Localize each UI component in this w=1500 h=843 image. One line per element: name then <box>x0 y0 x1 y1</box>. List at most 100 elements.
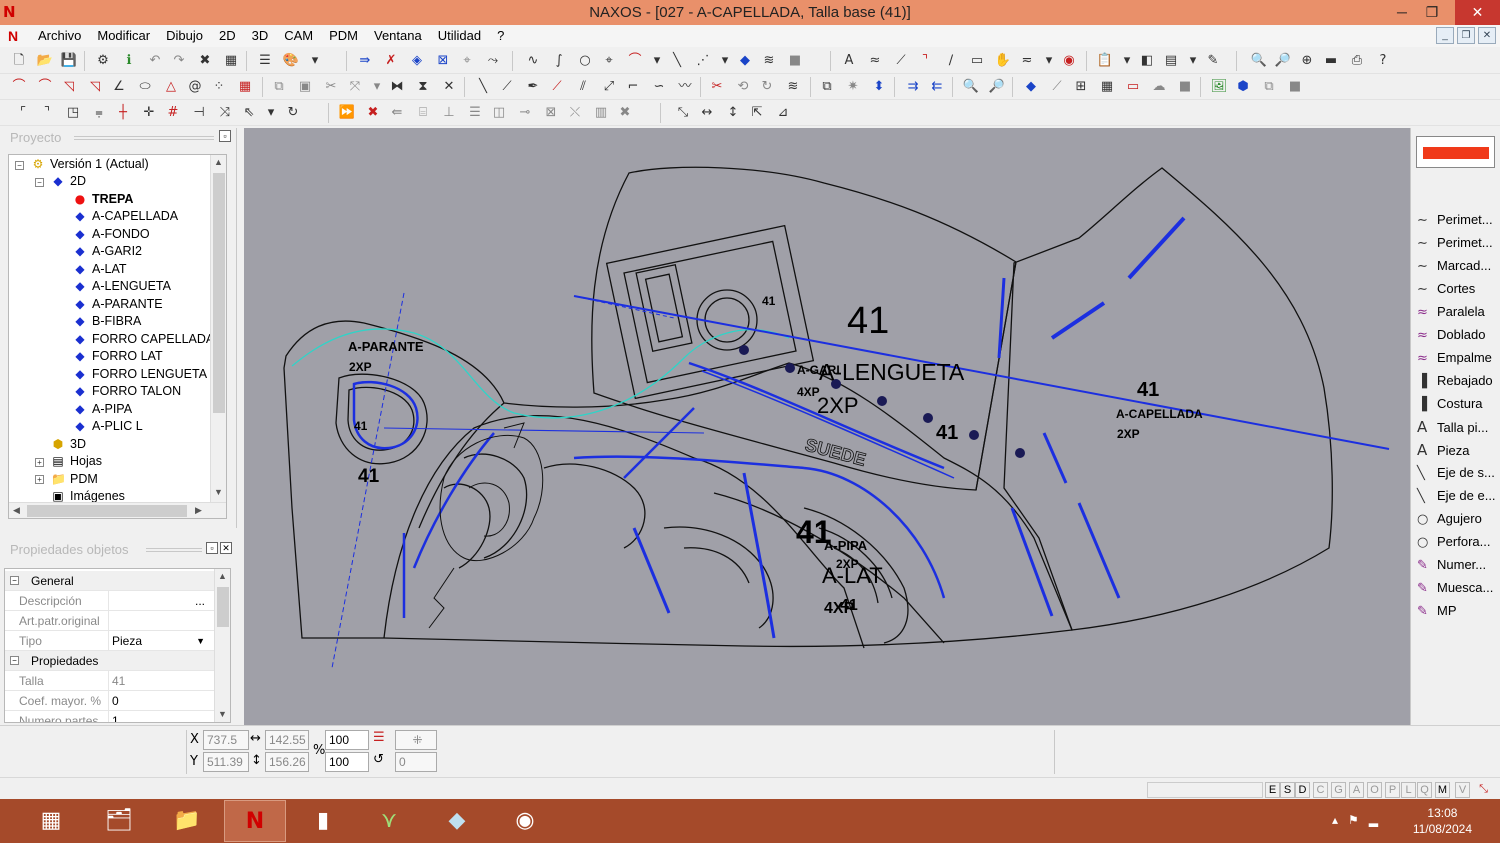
new-file-icon[interactable]: 🗋 <box>10 52 28 70</box>
split-line-icon[interactable]: ⊣ <box>190 104 208 122</box>
select-icon[interactable]: ◈ <box>408 52 426 70</box>
triangle-icon[interactable]: △ <box>162 78 180 96</box>
flag-d[interactable]: D <box>1295 782 1310 798</box>
info-icon[interactable]: ℹ <box>120 52 138 70</box>
measure-icon[interactable]: ≂ <box>1018 52 1036 70</box>
spiral-icon[interactable]: @ <box>186 78 204 96</box>
tree-collapse-toggle[interactable]: − <box>35 178 44 187</box>
cube-icon[interactable]: ⬢ <box>1234 78 1252 96</box>
tree-node-2d[interactable]: ◆ 2D <box>51 173 86 190</box>
tree-node-a-parante[interactable]: ◆ A-PARANTE <box>73 296 162 313</box>
dropdown-arrow-icon[interactable]: ▾ <box>368 78 386 96</box>
flag-e[interactable]: E <box>1265 782 1280 798</box>
menu-cam[interactable]: CAM <box>276 25 321 47</box>
coef-mayor-field[interactable]: 0 <box>108 691 208 710</box>
rotate-tool-icon[interactable]: ↻ <box>284 104 302 122</box>
display-icon[interactable]: ▭ <box>1124 78 1142 96</box>
tree-node-3d[interactable]: ⬢ 3D <box>51 436 86 453</box>
scroll-thumb[interactable] <box>213 173 225 413</box>
tool-talla-pieza[interactable]: A Talla pi... <box>1417 416 1488 438</box>
box-icon[interactable]: ■ <box>1176 78 1194 96</box>
angle-icon[interactable]: ∠ <box>110 78 128 96</box>
redo-icon[interactable]: ↷ <box>170 52 188 70</box>
menu-help[interactable]: ? <box>489 25 512 47</box>
line-icon[interactable]: ╲ <box>668 52 686 70</box>
grading-icon[interactable]: ⤨ <box>216 104 234 122</box>
flip-vertical-icon[interactable]: ⧗ <box>414 78 432 96</box>
paste-icon[interactable]: ▣ <box>296 78 314 96</box>
arc-icon[interactable]: ⌒ <box>626 52 644 70</box>
image-icon[interactable]: 🖼 <box>1210 78 1228 96</box>
trim-icon[interactable]: ✕ <box>440 78 458 96</box>
tree-node-version[interactable]: ⚙ Versión 1 (Actual) <box>31 156 149 173</box>
mdi-restore-button[interactable]: ❐ <box>1457 27 1475 44</box>
back-icon[interactable]: ⇚ <box>388 104 406 122</box>
anchor-icon[interactable]: ⊥ <box>440 104 458 122</box>
tool-perforado[interactable]: ○ Perfora... <box>1417 531 1490 553</box>
flag-icon[interactable]: ⚑ <box>1348 813 1369 827</box>
columns-icon[interactable]: ◫ <box>490 104 508 122</box>
import-icon[interactable]: ⇉ <box>904 78 922 96</box>
export-icon[interactable]: ⇇ <box>928 78 946 96</box>
list-icon[interactable]: ☰ <box>373 730 385 745</box>
arc-tool-icon[interactable]: ⌒ <box>10 78 28 96</box>
tree-node-a-lengueta[interactable]: ◆ A-LENGUETA <box>73 278 171 295</box>
tool-mp[interactable]: ✎ MP <box>1417 600 1457 622</box>
height-field[interactable]: 156.26 <box>265 752 309 772</box>
extend-icon[interactable]: ⤢ <box>600 78 618 96</box>
zigzag-2-icon[interactable]: ≋ <box>784 78 802 96</box>
scroll-up-arrow-icon[interactable]: ▲ <box>214 157 223 167</box>
arrows-vertical-icon[interactable]: ⬍ <box>870 78 888 96</box>
tree-node-hojas[interactable]: ▤ Hojas <box>51 453 102 470</box>
flag-m[interactable]: M <box>1435 782 1450 798</box>
target-icon[interactable]: ◉ <box>1060 52 1078 70</box>
lasso-icon[interactable]: ⌖ <box>458 52 476 70</box>
save-icon[interactable]: 💾 <box>60 52 78 70</box>
menu-2d[interactable]: 2D <box>211 25 244 47</box>
resize-corner-icon[interactable]: ⇱ <box>748 104 766 122</box>
tree-node-pdm[interactable]: 📁 PDM <box>51 471 98 488</box>
tree-node-a-gari2[interactable]: ◆ A-GARI2 <box>73 243 142 260</box>
chrome-taskbar-icon[interactable]: ◉ <box>494 800 556 842</box>
menu-3d[interactable]: 3D <box>244 25 277 47</box>
tree-node-forro-lengueta[interactable]: ◆ FORRO LENGUETA <box>73 366 207 383</box>
tool-rebajado[interactable]: ▐ Rebajado <box>1417 370 1493 392</box>
editor-taskbar-icon[interactable]: ◆ <box>426 800 488 842</box>
flag-s[interactable]: S <box>1280 782 1295 798</box>
y-coordinate-field[interactable]: 511.39 <box>203 752 249 772</box>
tree-expand-toggle[interactable]: + <box>35 475 44 484</box>
dropdown-arrow-icon[interactable]: ▾ <box>716 52 734 70</box>
distribute-icon[interactable]: ⊞ <box>1072 78 1090 96</box>
tool-eje-escalado[interactable]: ╲ Eje de e... <box>1417 485 1496 507</box>
file-manager-taskbar-icon[interactable]: 🗂 <box>88 800 150 842</box>
stack-icon[interactable]: ▤ <box>1162 52 1180 70</box>
tree-node-forro-lat[interactable]: ◆ FORRO LAT <box>73 348 162 365</box>
open-folder-icon[interactable]: 📂 <box>36 52 54 70</box>
tool-numeracion[interactable]: ✎ Numer... <box>1417 554 1486 576</box>
wave-icon[interactable]: ≈ <box>866 52 884 70</box>
chevron-down-icon[interactable]: ▼ <box>196 631 205 651</box>
numero-partes-field[interactable]: 1 <box>108 711 208 722</box>
document-n-icon[interactable]: N <box>8 27 26 45</box>
arc-tool-2-icon[interactable]: ⌒ <box>36 78 54 96</box>
tree-node-trepa[interactable]: ● TREPA <box>73 191 134 208</box>
text-icon[interactable]: A <box>840 52 858 70</box>
mirror-icon[interactable]: ◧ <box>1138 52 1156 70</box>
slash-icon[interactable]: ⟋ <box>498 78 516 96</box>
hatch-icon[interactable]: ▦ <box>236 78 254 96</box>
scroll-down-arrow-icon[interactable]: ▼ <box>218 709 227 719</box>
cross-mark-icon[interactable]: ┼ <box>114 104 132 122</box>
scroll-left-arrow-icon[interactable]: ◀ <box>13 505 20 516</box>
table-icon[interactable]: ▦ <box>1098 78 1116 96</box>
properties-icon[interactable]: ▦ <box>222 52 240 70</box>
width-icon[interactable]: ↔ <box>698 104 716 122</box>
panel-pin-icon[interactable]: ▫ <box>206 542 218 554</box>
corner-icon[interactable]: ◹ <box>60 78 78 96</box>
scale-x-field[interactable]: 100 <box>325 730 369 750</box>
close-button[interactable]: ✕ <box>1455 0 1500 25</box>
dropdown-arrow-icon[interactable]: ▾ <box>648 52 666 70</box>
network-signal-icon[interactable]: ▂ <box>1369 813 1388 827</box>
tool-paralela[interactable]: ≈ Paralela <box>1417 301 1485 323</box>
flip-icon[interactable]: ⧓ <box>388 78 406 96</box>
menu-archivo[interactable]: Archivo <box>30 25 89 47</box>
